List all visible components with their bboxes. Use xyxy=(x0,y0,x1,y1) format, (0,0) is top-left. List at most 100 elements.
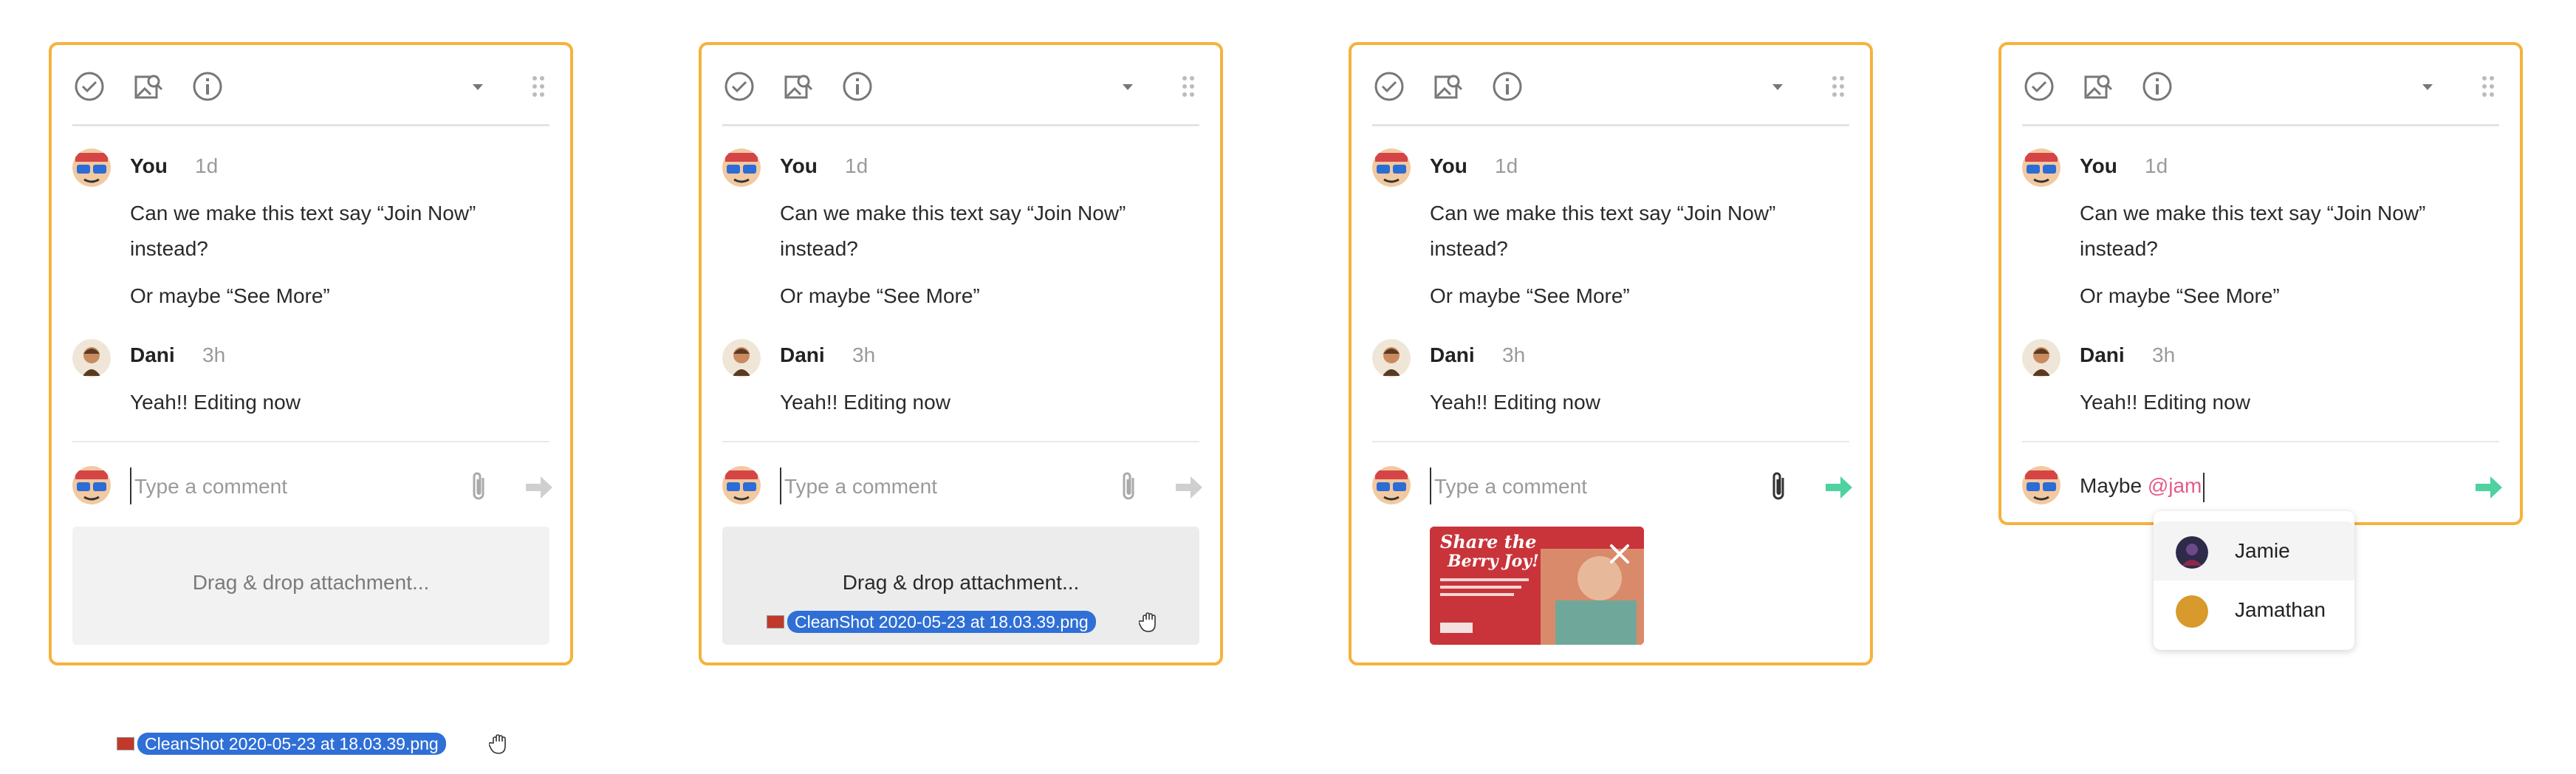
file-name: CleanShot 2020-05-23 at 18.03.39.png xyxy=(137,733,446,755)
mention-option[interactable]: Jamathan xyxy=(2154,580,2354,640)
comment-input[interactable]: Type a comment xyxy=(784,469,1065,504)
send-arrow-icon[interactable] xyxy=(2474,475,2504,500)
commenter-name: Dani xyxy=(1430,343,1475,366)
check-circle-icon[interactable] xyxy=(2022,69,2056,103)
comment-input[interactable]: Maybe @jam xyxy=(2080,468,2205,504)
avatar-dani xyxy=(722,339,761,377)
comment-text: Can we make this text say “Join Now” xyxy=(1430,202,1776,225)
comment-text: Can we make this text say “Join Now” xyxy=(2080,202,2426,225)
comment-text: Or maybe “See More” xyxy=(780,284,980,307)
paperclip-icon[interactable] xyxy=(1768,468,1790,504)
caret-down-icon[interactable] xyxy=(1111,69,1133,103)
info-icon[interactable] xyxy=(840,69,874,103)
divider xyxy=(722,441,1199,442)
comment-text: Can we make this text say “Join Now” xyxy=(130,202,476,225)
file-name: CleanShot 2020-05-23 at 18.03.39.png xyxy=(787,611,1096,633)
comment-panel-attached: You 1d Can we make this text say “Join N… xyxy=(1349,42,1873,665)
image-search-icon[interactable] xyxy=(2081,69,2115,103)
comment-time: 1d xyxy=(2145,154,2168,177)
send-arrow-icon[interactable] xyxy=(524,475,554,500)
text-cursor xyxy=(780,468,781,504)
image-search-icon[interactable] xyxy=(131,69,165,103)
drag-grip-icon[interactable] xyxy=(1171,69,1194,103)
comment-text: Yeah!! Editing now xyxy=(2080,391,2250,414)
divider xyxy=(72,441,549,442)
avatar-you xyxy=(72,466,111,504)
thumbnail-headline: Berry Joy! xyxy=(1448,552,1539,571)
commenter-name: You xyxy=(1430,154,1467,177)
check-circle-icon[interactable] xyxy=(722,69,756,103)
check-circle-icon[interactable] xyxy=(1372,69,1406,103)
comment-time: 1d xyxy=(195,154,219,177)
thumbnail-headline: Share the xyxy=(1440,531,1537,552)
commenter-name: You xyxy=(2080,154,2117,177)
avatar-you xyxy=(72,148,111,187)
typed-text: Maybe xyxy=(2080,474,2148,497)
panel-toolbar xyxy=(722,45,1199,126)
avatar-jamathan xyxy=(2176,595,2208,628)
comment-time: 3h xyxy=(202,343,226,366)
comment-input[interactable]: Type a comment xyxy=(1434,469,1715,504)
avatar-you xyxy=(2022,466,2061,504)
comment-panel-dragging: You 1d Can we make this text say “Join N… xyxy=(699,42,1223,665)
text-cursor xyxy=(130,468,131,504)
remove-attachment-icon[interactable] xyxy=(1607,541,1632,566)
mention-suggestions-dropdown: Jamie Jamathan xyxy=(2154,511,2354,650)
info-icon[interactable] xyxy=(1490,69,1524,103)
send-arrow-icon[interactable] xyxy=(1174,475,1204,500)
drag-grip-icon[interactable] xyxy=(521,69,544,103)
avatar-you xyxy=(722,466,761,504)
file-thumbnail xyxy=(767,615,784,629)
mention-option-name: Jamathan xyxy=(2235,598,2326,621)
paperclip-icon[interactable] xyxy=(468,468,490,504)
commenter-name: Dani xyxy=(2080,343,2125,366)
drag-grip-icon[interactable] xyxy=(2471,69,2494,103)
mention-option[interactable]: Jamie xyxy=(2154,521,2354,580)
avatar-dani xyxy=(72,339,111,377)
info-icon[interactable] xyxy=(191,69,225,103)
comment-time: 3h xyxy=(2152,343,2176,366)
dropzone-label: Drag & drop attachment... xyxy=(842,571,1080,594)
panel-toolbar xyxy=(1372,45,1849,126)
avatar-you xyxy=(1372,148,1411,187)
caret-down-icon[interactable] xyxy=(1761,69,1783,103)
commenter-name: You xyxy=(130,154,168,177)
check-circle-icon[interactable] xyxy=(72,69,106,103)
avatar-jamie xyxy=(2176,536,2208,569)
paperclip-icon[interactable] xyxy=(1118,468,1140,504)
comment-time: 1d xyxy=(1495,154,1518,177)
comment-panel-mention: You 1d Can we make this text say “Join N… xyxy=(1998,42,2523,525)
commenter-name: Dani xyxy=(130,343,175,366)
comment-text: Or maybe “See More” xyxy=(130,284,330,307)
comment-panel-empty: You 1d Can we make this text say “Join N… xyxy=(49,42,573,665)
panel-toolbar xyxy=(72,45,549,126)
attachment-dropzone[interactable]: Drag & drop attachment... xyxy=(72,527,549,645)
grab-hand-icon xyxy=(1139,611,1159,633)
divider xyxy=(1372,441,1849,442)
caret-down-icon[interactable] xyxy=(461,69,483,103)
comment-input[interactable]: Type a comment xyxy=(134,469,415,504)
caret-down-icon[interactable] xyxy=(2411,69,2433,103)
image-search-icon[interactable] xyxy=(781,69,815,103)
avatar-you xyxy=(2022,148,2061,187)
divider xyxy=(2022,441,2499,442)
file-thumbnail xyxy=(117,737,134,750)
text-cursor xyxy=(1430,468,1431,504)
dropzone-label: Drag & drop attachment... xyxy=(192,571,430,594)
comment-text: Or maybe “See More” xyxy=(2080,284,2280,307)
avatar-you xyxy=(722,148,761,187)
info-icon[interactable] xyxy=(2140,69,2174,103)
commenter-name: Dani xyxy=(780,343,825,366)
avatar-dani xyxy=(2022,339,2061,377)
image-search-icon[interactable] xyxy=(1431,69,1465,103)
comment-text: instead? xyxy=(1430,237,1508,260)
comment-text: instead? xyxy=(130,237,208,260)
attachment-dropzone-active[interactable]: Drag & drop attachment... CleanShot 2020… xyxy=(722,527,1199,645)
attachment-thumbnail[interactable]: Share the Berry Joy! xyxy=(1430,527,1644,645)
drag-grip-icon[interactable] xyxy=(1821,69,1844,103)
comment-text: Yeah!! Editing now xyxy=(1430,391,1600,414)
comment-text: Can we make this text say “Join Now” xyxy=(780,202,1126,225)
comment-text: Or maybe “See More” xyxy=(1430,284,1630,307)
comment-time: 3h xyxy=(1502,343,1526,366)
send-arrow-icon[interactable] xyxy=(1824,475,1854,500)
